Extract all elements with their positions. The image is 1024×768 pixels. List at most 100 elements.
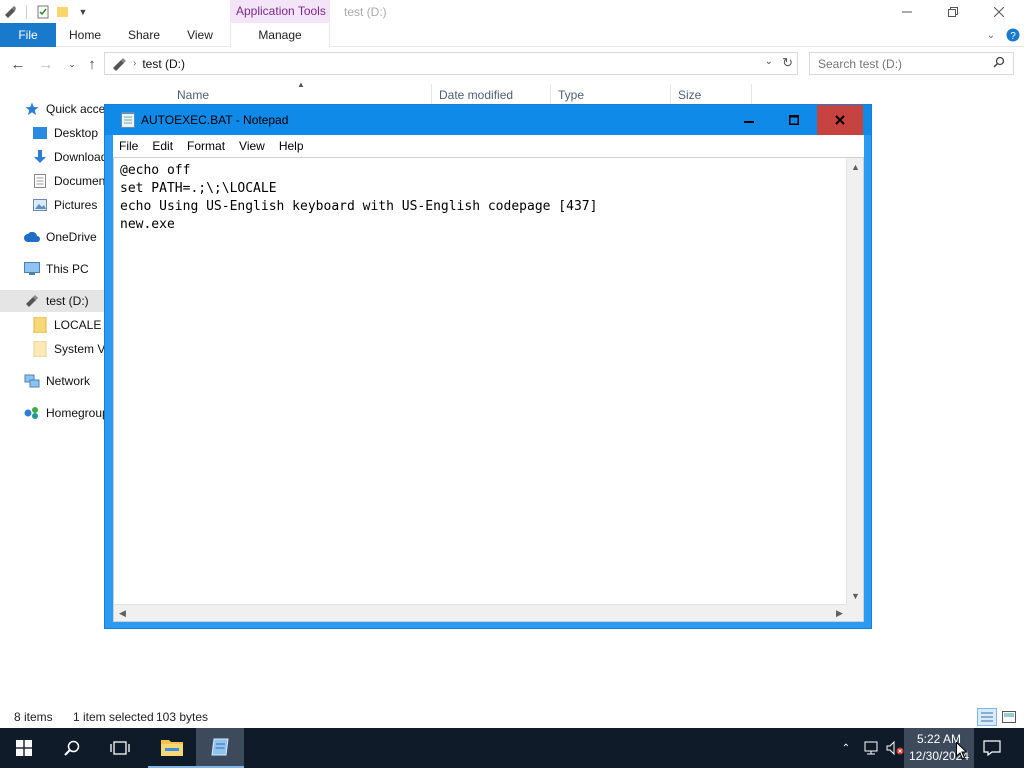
nav-item-system-volume[interactable]: System Volume Information xyxy=(32,338,104,360)
scroll-up-icon[interactable]: ▲ xyxy=(847,158,864,175)
expand-ribbon-icon[interactable]: ⌄ xyxy=(982,23,1000,47)
volume-muted-icon[interactable] xyxy=(884,728,906,768)
desktop-icon xyxy=(32,125,48,141)
search-taskbar-button[interactable] xyxy=(48,728,96,768)
column-date-modified[interactable]: Date modified xyxy=(432,84,551,106)
menu-edit[interactable]: Edit xyxy=(146,139,181,153)
scroll-down-icon[interactable]: ▼ xyxy=(847,587,864,604)
search-input[interactable] xyxy=(818,54,988,74)
new-folder-icon[interactable] xyxy=(55,4,71,20)
taskbar-notepad[interactable] xyxy=(196,728,244,768)
nav-item-label: Downloads xyxy=(54,150,104,164)
up-arrow-icon[interactable]: ↑ xyxy=(82,54,102,74)
column-name[interactable]: Name xyxy=(170,84,432,106)
computer-icon xyxy=(24,261,40,277)
restore-button[interactable] xyxy=(930,0,976,23)
search-icon xyxy=(64,740,80,756)
tab-home[interactable]: Home xyxy=(62,23,108,47)
back-arrow-icon[interactable]: ← xyxy=(8,54,28,74)
drive-icon[interactable] xyxy=(2,4,18,20)
notepad-text-area[interactable]: @echo off set PATH=.;\;\LOCALE echo Usin… xyxy=(114,158,848,604)
menu-format[interactable]: Format xyxy=(181,139,233,153)
forward-arrow-icon[interactable]: → xyxy=(36,54,56,74)
search-box[interactable] xyxy=(809,52,1014,75)
nav-item-label: Network xyxy=(46,374,91,388)
nav-item-test-drive[interactable]: test (D:) xyxy=(0,290,104,312)
address-bar[interactable]: › test (D:) ⌄ ↻ xyxy=(104,52,798,75)
tab-manage[interactable]: Manage xyxy=(236,23,324,47)
column-size[interactable]: Size xyxy=(671,84,752,106)
scroll-left-icon[interactable]: ◀ xyxy=(114,605,131,622)
nav-item-this-pc[interactable]: This PC xyxy=(24,258,104,280)
nav-item-network[interactable]: Network xyxy=(24,370,104,392)
scrollbar-corner xyxy=(846,604,863,621)
ribbon-tabs: File Home Share View Manage ⌄ ? xyxy=(0,23,1024,47)
notepad-titlebar[interactable]: AUTOEXEC.BAT - Notepad xyxy=(105,105,871,135)
refresh-icon[interactable]: ↻ xyxy=(782,55,793,71)
breadcrumb-drive[interactable]: test (D:) xyxy=(142,57,185,71)
homegroup-icon xyxy=(24,405,40,421)
nav-item-label: System Volume Information xyxy=(54,342,104,356)
nav-item-downloads[interactable]: Downloads xyxy=(32,146,104,168)
nav-item-onedrive[interactable]: OneDrive xyxy=(24,226,104,248)
quick-access-toolbar: ▼ xyxy=(0,0,91,23)
notepad-maximize-button[interactable] xyxy=(771,105,816,135)
star-icon xyxy=(24,101,40,117)
tab-share[interactable]: Share xyxy=(122,23,166,47)
menu-help[interactable]: Help xyxy=(273,139,312,153)
network-icon xyxy=(24,373,40,389)
properties-icon[interactable] xyxy=(35,4,51,20)
nav-item-homegroup[interactable]: Homegroup xyxy=(24,402,104,424)
contextual-tab-header: Application Tools xyxy=(230,0,330,23)
selection-size: 103 bytes xyxy=(156,710,209,724)
notepad-menu-bar: File Edit Format View Help xyxy=(113,135,864,157)
address-dropdown-icon[interactable]: ⌄ xyxy=(765,56,773,67)
notepad-icon xyxy=(121,112,135,128)
network-tray-icon[interactable] xyxy=(860,728,882,768)
nav-item-label: Homegroup xyxy=(46,406,104,420)
action-center-icon[interactable] xyxy=(978,728,1006,768)
vertical-scrollbar[interactable]: ▲ ▼ xyxy=(846,158,863,604)
menu-view[interactable]: View xyxy=(233,139,273,153)
windows-logo-icon xyxy=(16,740,32,756)
nav-item-quick-access[interactable]: Quick access xyxy=(24,98,104,120)
column-headers: Name Date modified Type Size xyxy=(170,84,752,106)
notepad-minimize-button[interactable] xyxy=(726,105,771,135)
nav-item-desktop[interactable]: Desktop xyxy=(32,122,104,144)
notepad-close-button[interactable] xyxy=(817,105,863,135)
minimize-button[interactable] xyxy=(884,0,930,23)
taskbar-file-explorer[interactable] xyxy=(148,728,196,768)
download-icon xyxy=(32,149,48,165)
svg-text:?: ? xyxy=(1010,31,1016,42)
column-type[interactable]: Type xyxy=(551,84,671,106)
search-icon xyxy=(993,56,1005,71)
drive-icon xyxy=(24,293,40,309)
task-view-button[interactable] xyxy=(96,728,144,768)
pictures-icon xyxy=(32,197,48,213)
large-icons-view-icon[interactable] xyxy=(999,708,1019,726)
notepad-icon xyxy=(211,738,229,756)
customize-qat-icon[interactable]: ▼ xyxy=(75,4,91,20)
folder-icon xyxy=(32,341,48,357)
explorer-titlebar: ▼ Application Tools test (D:) xyxy=(0,0,1024,23)
start-button[interactable] xyxy=(0,728,48,768)
recent-locations-icon[interactable]: ⌄ xyxy=(62,54,82,74)
show-hidden-icons-icon[interactable]: ⌃ xyxy=(838,728,854,768)
details-view-icon[interactable] xyxy=(977,708,997,726)
breadcrumb-chevron-icon[interactable]: › xyxy=(133,58,136,69)
tab-view[interactable]: View xyxy=(180,23,220,47)
taskbar: ⌃ 5:22 AM 12/30/2024 xyxy=(0,728,1024,768)
window-title: test (D:) xyxy=(344,5,387,19)
menu-file[interactable]: File xyxy=(113,139,146,153)
nav-item-documents[interactable]: Documents xyxy=(32,170,104,192)
nav-item-pictures[interactable]: Pictures xyxy=(32,194,104,216)
contextual-tab-label: Application Tools xyxy=(236,4,326,18)
nav-item-label: test (D:) xyxy=(46,294,89,308)
help-icon[interactable]: ? xyxy=(1004,23,1022,47)
task-view-icon xyxy=(110,741,130,755)
notepad-title: AUTOEXEC.BAT - Notepad xyxy=(141,113,289,127)
nav-item-locale[interactable]: LOCALE xyxy=(32,314,104,336)
tab-file[interactable]: File xyxy=(0,23,56,47)
close-button[interactable] xyxy=(976,0,1022,23)
horizontal-scrollbar[interactable]: ◀ ▶ xyxy=(114,604,848,621)
